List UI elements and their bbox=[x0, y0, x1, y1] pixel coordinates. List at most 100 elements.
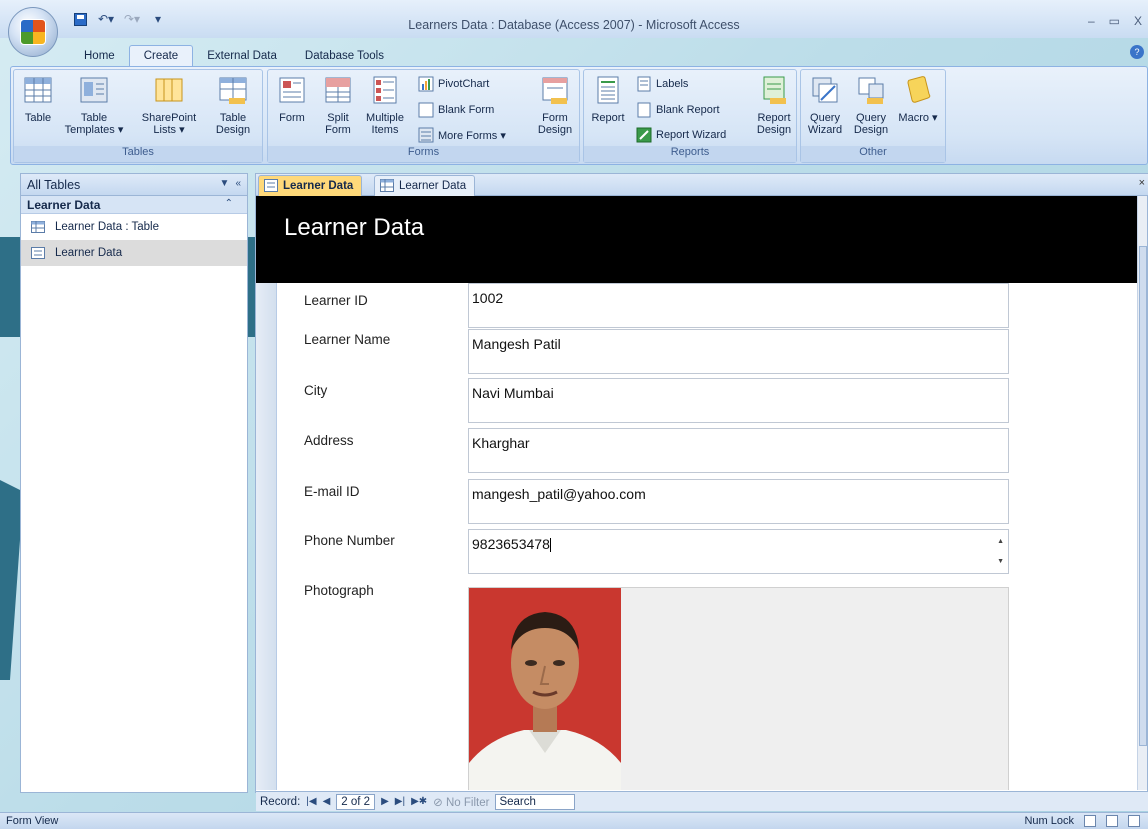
query-wizard-button[interactable]: Query Wizard bbox=[805, 74, 845, 136]
multiple-items-icon bbox=[373, 76, 397, 104]
blank-report-button[interactable]: Blank Report bbox=[636, 102, 720, 118]
reports-group-label: Reports bbox=[584, 146, 796, 162]
tab-home[interactable]: Home bbox=[70, 46, 129, 66]
form-view-icon[interactable] bbox=[1084, 815, 1096, 827]
table-button[interactable]: Table bbox=[20, 74, 56, 124]
form-tab-icon bbox=[264, 179, 278, 192]
macro-scroll-icon bbox=[907, 76, 931, 103]
nav-collapse-icon[interactable]: « bbox=[235, 178, 241, 189]
other-group: Query Wizard Query Design Macro ▾ Other bbox=[800, 69, 946, 163]
collapse-group-icon[interactable]: ⌃ bbox=[225, 198, 233, 209]
report-button[interactable]: Report bbox=[588, 74, 628, 124]
layout-view-icon[interactable] bbox=[1106, 815, 1118, 827]
record-label: Record: bbox=[260, 795, 301, 808]
split-form-button[interactable]: Split Form bbox=[318, 74, 358, 136]
form-detail: Learner ID 1002 Learner Name Mangesh Pat… bbox=[256, 283, 1139, 790]
table-design-button[interactable]: Table Design bbox=[210, 74, 256, 136]
current-record-field[interactable]: 2 of 2 bbox=[336, 793, 376, 810]
no-filter-indicator[interactable]: ⊘ No Filter bbox=[433, 795, 489, 809]
ribbon-tabs: Home Create External Data Database Tools bbox=[70, 42, 398, 66]
forms-group: Form Split Form Multiple Items PivotChar… bbox=[267, 69, 580, 163]
more-forms-icon bbox=[418, 127, 434, 143]
record-navigation-bar: Record: |◀ ◀ 2 of 2 ▶ ▶| ▶✱ ⊘ No Filter … bbox=[256, 791, 1148, 811]
status-bar: Form View Num Lock bbox=[0, 812, 1148, 829]
window-title: Learners Data : Database (Access 2007) -… bbox=[408, 18, 740, 32]
last-record-icon[interactable]: ▶| bbox=[395, 796, 405, 807]
photograph-label: Photograph bbox=[304, 583, 374, 598]
pivotchart-icon bbox=[418, 76, 434, 92]
blank-form-icon bbox=[418, 102, 434, 118]
nav-pane-header[interactable]: All Tables ▼ « bbox=[21, 174, 247, 196]
help-icon[interactable]: ? bbox=[1130, 45, 1144, 59]
labels-button[interactable]: Labels bbox=[636, 76, 688, 92]
city-label: City bbox=[304, 383, 328, 398]
view-status: Form View bbox=[6, 815, 59, 827]
new-record-icon[interactable]: ▶✱ bbox=[411, 796, 427, 807]
tables-group: Table Table Templates ▾ SharePoint Lists… bbox=[13, 69, 263, 163]
tab-external-data[interactable]: External Data bbox=[193, 46, 291, 66]
split-form-icon bbox=[325, 77, 351, 103]
learner-id-field[interactable]: 1002 bbox=[468, 283, 1009, 328]
tab-database-tools[interactable]: Database Tools bbox=[291, 46, 398, 66]
city-field[interactable]: Navi Mumbai bbox=[468, 378, 1009, 423]
doc-tab-learner-data-form[interactable]: Learner Data bbox=[258, 175, 363, 196]
report-wizard-icon bbox=[636, 127, 652, 143]
num-lock-indicator: Num Lock bbox=[1024, 815, 1074, 827]
forms-group-label: Forms bbox=[268, 146, 579, 162]
form-header: Learner Data bbox=[256, 196, 1139, 283]
next-record-icon[interactable]: ▶ bbox=[381, 796, 389, 807]
other-group-label: Other bbox=[801, 146, 945, 162]
table-design-icon bbox=[219, 77, 247, 104]
blank-form-button[interactable]: Blank Form bbox=[418, 102, 494, 118]
access-window: ↶▾ ↷▾ ▾ Learners Data : Database (Access… bbox=[0, 0, 1148, 829]
blank-report-icon bbox=[637, 102, 651, 118]
address-label: Address bbox=[304, 433, 354, 448]
table-icon bbox=[24, 77, 52, 103]
learner-name-label: Learner Name bbox=[304, 332, 391, 347]
report-design-button[interactable]: Report Design bbox=[754, 74, 794, 136]
table-templates-button[interactable]: Table Templates ▾ bbox=[62, 74, 126, 136]
email-field[interactable]: mangesh_patil@yahoo.com bbox=[468, 479, 1009, 524]
phone-field[interactable]: 9823653478 ▲ ▼ bbox=[468, 529, 1009, 574]
nav-group-learner-data[interactable]: Learner Data ⌃ bbox=[21, 196, 247, 214]
query-design-button[interactable]: Query Design bbox=[851, 74, 891, 136]
scrollbar-thumb[interactable] bbox=[1139, 246, 1147, 746]
nav-pane-title: All Tables bbox=[27, 177, 81, 192]
more-forms-button[interactable]: More Forms ▾ bbox=[418, 127, 506, 143]
previous-record-icon[interactable]: ◀ bbox=[323, 796, 331, 807]
ribbon: Table Table Templates ▾ SharePoint Lists… bbox=[10, 66, 1148, 165]
close-button[interactable]: X bbox=[1134, 14, 1142, 28]
table-templates-icon bbox=[80, 77, 108, 103]
macro-button[interactable]: Macro ▾ bbox=[897, 74, 939, 124]
form-button[interactable]: Form bbox=[274, 74, 310, 124]
document-tabs: Learner Data Learner Data × bbox=[256, 174, 1148, 196]
first-record-icon[interactable]: |◀ bbox=[306, 796, 316, 807]
report-wizard-button[interactable]: Report Wizard bbox=[636, 127, 726, 143]
nav-item-learner-data-form[interactable]: Learner Data bbox=[21, 240, 247, 266]
pivotchart-button[interactable]: PivotChart bbox=[418, 76, 489, 92]
learner-name-field[interactable]: Mangesh Patil bbox=[468, 329, 1009, 374]
tables-group-label: Tables bbox=[14, 146, 262, 162]
photograph-frame[interactable] bbox=[468, 587, 1009, 790]
phone-scroll-arrows[interactable]: ▲ ▼ bbox=[997, 532, 1004, 572]
maximize-button[interactable]: ▭ bbox=[1109, 14, 1120, 28]
form-design-button[interactable]: Form Design bbox=[534, 74, 576, 136]
address-field[interactable]: Kharghar bbox=[468, 428, 1009, 473]
tab-create[interactable]: Create bbox=[128, 45, 194, 66]
report-design-icon bbox=[763, 76, 786, 104]
form-icon bbox=[279, 77, 305, 103]
nav-item-learner-data-table[interactable]: Learner Data : Table bbox=[21, 214, 247, 240]
search-box[interactable]: Search bbox=[495, 793, 576, 810]
doc-tab-learner-data-table[interactable]: Learner Data bbox=[374, 175, 476, 196]
minimize-button[interactable]: – bbox=[1088, 14, 1095, 28]
nav-menu-chevron-icon[interactable]: ▼ bbox=[220, 178, 230, 189]
sharepoint-lists-button[interactable]: SharePoint Lists ▾ bbox=[134, 74, 204, 136]
multiple-items-button[interactable]: Multiple Items bbox=[362, 74, 408, 136]
close-document-icon[interactable]: × bbox=[1139, 177, 1145, 189]
labels-icon bbox=[637, 76, 651, 92]
design-view-icon[interactable] bbox=[1128, 815, 1140, 827]
record-selector[interactable] bbox=[256, 283, 277, 790]
vertical-scrollbar[interactable] bbox=[1137, 196, 1147, 790]
navigation-pane: All Tables ▼ « Learner Data ⌃ Learner Da… bbox=[20, 173, 248, 793]
office-button[interactable] bbox=[8, 7, 58, 57]
